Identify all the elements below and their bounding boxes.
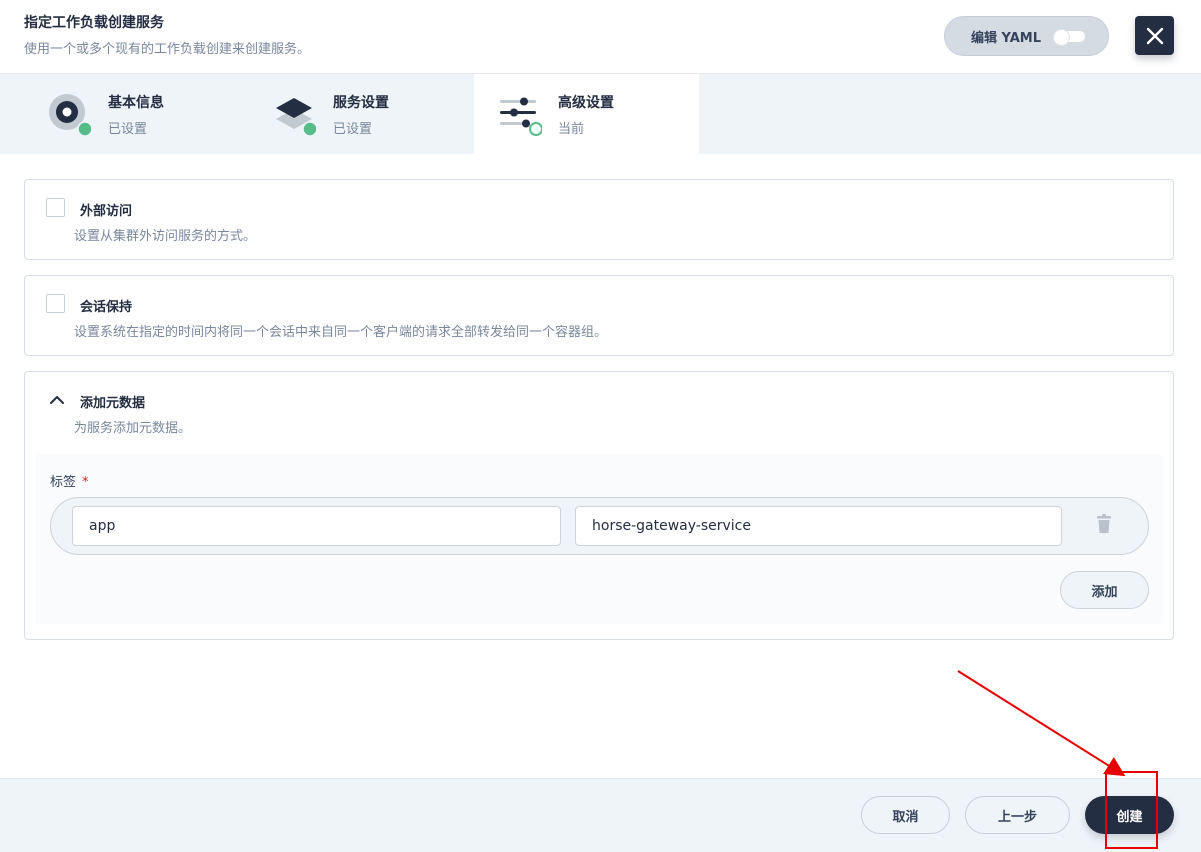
sliders-icon (500, 97, 542, 136)
wizard-steps: 基本信息 已设置 服务设置 已设置 高级设置 当前 (0, 74, 1201, 154)
external-access-card: 外部访问 设置从集群外访问服务的方式。 (24, 179, 1174, 260)
previous-step-button[interactable]: 上一步 (965, 796, 1070, 834)
chevron-up-icon[interactable] (49, 392, 65, 408)
step-service-settings[interactable]: 服务设置 已设置 (250, 74, 475, 154)
modal-title: 指定工作负载创建服务 (24, 15, 164, 31)
step-title: 服务设置 (333, 95, 389, 111)
session-affinity-description: 设置系统在指定的时间内将同一个会话中来自同一个客户端的请求全部转发给同一个容器组… (74, 325, 608, 340)
add-label-button[interactable]: 添加 (1060, 571, 1149, 609)
metadata-description: 为服务添加元数据。 (74, 421, 192, 436)
label-value-input[interactable]: horse-gateway-service (575, 506, 1062, 546)
service-settings-icon (276, 98, 316, 136)
session-affinity-title: 会话保持 (80, 300, 133, 315)
labels-title: 标签 * (50, 471, 89, 490)
external-access-description: 设置从集群外访问服务的方式。 (74, 229, 257, 244)
external-access-checkbox[interactable] (46, 198, 65, 217)
create-service-modal: 指定工作负载创建服务 使用一个或多个现有的工作负载创建来创建服务。 编辑 YAM… (0, 0, 1201, 852)
step-title: 基本信息 (108, 95, 164, 111)
step-title: 高级设置 (558, 95, 614, 111)
required-mark: * (82, 475, 89, 490)
session-affinity-card: 会话保持 设置系统在指定的时间内将同一个会话中来自同一个客户端的请求全部转发给同… (24, 275, 1174, 356)
session-affinity-checkbox[interactable] (46, 294, 65, 313)
external-access-title: 外部访问 (80, 204, 133, 219)
step-status: 已设置 (108, 122, 148, 137)
cancel-button[interactable]: 取消 (861, 796, 950, 834)
modal-footer: 取消 上一步 创建 (0, 778, 1201, 852)
edit-yaml-label: 编辑 YAML (971, 30, 1041, 46)
close-button[interactable] (1135, 16, 1174, 55)
modal-header: 指定工作负载创建服务 使用一个或多个现有的工作负载创建来创建服务。 编辑 YAM… (0, 0, 1201, 74)
modal-subtitle: 使用一个或多个现有的工作负载创建来创建服务。 (24, 42, 311, 57)
form-content: 外部访问 设置从集群外访问服务的方式。 会话保持 设置系统在指定的时间内将同一个… (0, 154, 1201, 778)
trash-icon[interactable] (1096, 514, 1112, 534)
metadata-card: 添加元数据 为服务添加元数据。 标签 * app horse-gateway-se… (24, 371, 1174, 640)
step-status: 当前 (558, 122, 585, 137)
step-status: 已设置 (333, 122, 373, 137)
labels-title-text: 标签 (50, 475, 77, 490)
step-advanced-settings[interactable]: 高级设置 当前 (474, 74, 699, 154)
metadata-title: 添加元数据 (80, 396, 146, 411)
label-row: app horse-gateway-service (50, 497, 1149, 555)
edit-yaml-toggle[interactable]: 编辑 YAML (944, 16, 1109, 56)
label-key-input[interactable]: app (72, 506, 561, 546)
basic-info-icon (49, 94, 91, 136)
create-button[interactable]: 创建 (1085, 796, 1174, 834)
labels-section: 标签 * app horse-gateway-service 添加 (36, 454, 1163, 624)
step-basic-info[interactable]: 基本信息 已设置 (25, 74, 250, 154)
close-icon (1146, 27, 1163, 44)
toggle-switch-icon (1053, 29, 1085, 46)
